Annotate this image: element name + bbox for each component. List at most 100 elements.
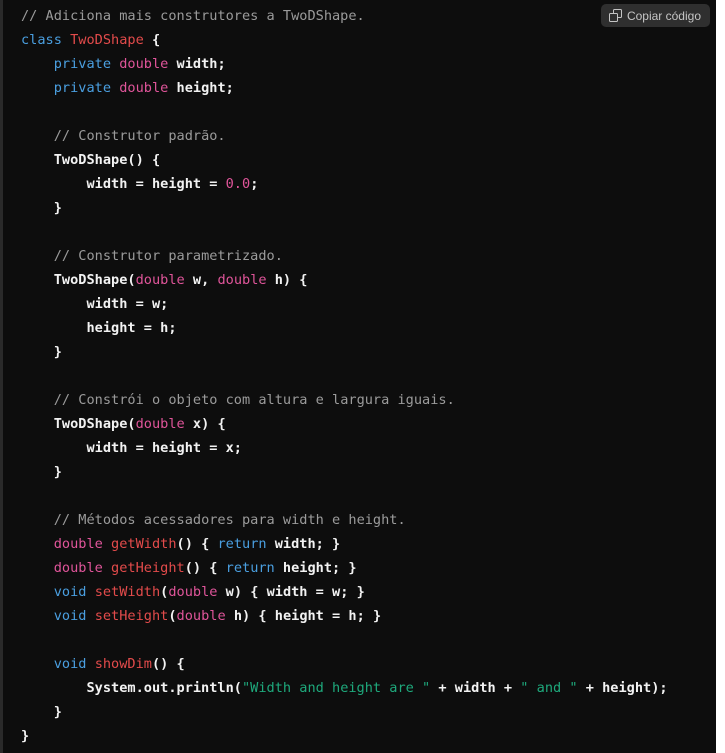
- code-token-plain: w,: [184, 272, 218, 288]
- code-token-type: double: [176, 608, 226, 624]
- code-token-comment: // Construtor padrão.: [53, 128, 226, 144]
- code-line: }: [21, 464, 62, 480]
- code-token-comment: // Adiciona mais construtores a TwoDShap…: [21, 8, 365, 24]
- code-token-number: 0.0: [225, 176, 251, 192]
- copy-code-button[interactable]: Copiar código: [600, 4, 710, 27]
- code-token-plain: width = height = x;: [86, 440, 242, 456]
- code-token-keyword: return: [217, 536, 267, 552]
- code-token-plain: h) { height = h; }: [225, 608, 382, 624]
- code-line: void showDim() {: [21, 656, 185, 672]
- code-line: }: [21, 704, 62, 720]
- code-line: class TwoDShape {: [21, 32, 160, 48]
- copy-icon: [608, 9, 622, 22]
- code-token-plain: }: [21, 728, 30, 744]
- code-token-plain: height; }: [274, 560, 357, 576]
- code-token-type: double: [135, 272, 185, 288]
- code-token-plain: }: [53, 344, 62, 360]
- code-token-type: double: [168, 584, 218, 600]
- code-token-keyword: void: [53, 656, 87, 672]
- code-token-plain: height;: [168, 80, 234, 96]
- code-token-plain: width;: [168, 56, 226, 72]
- code-token-type: double: [53, 560, 103, 576]
- code-token-type: double: [119, 80, 169, 96]
- code-line: private double width;: [21, 56, 226, 72]
- code-line: TwoDShape(double x) {: [21, 416, 226, 432]
- code-token-plain: () {: [151, 656, 185, 672]
- code-token-plain: ;: [250, 176, 259, 192]
- code-token-plain: TwoDShape(: [53, 416, 136, 432]
- code-token-keyword: return: [225, 560, 275, 576]
- code-line: }: [21, 200, 62, 216]
- code-line: // Adiciona mais construtores a TwoDShap…: [21, 8, 365, 24]
- code-token-plain: x) {: [184, 416, 226, 432]
- code-line: // Construtor padrão.: [21, 128, 226, 144]
- code-content: // Adiciona mais construtores a TwoDShap…: [3, 0, 716, 748]
- code-token-keyword: void: [53, 608, 87, 624]
- code-token-keyword: class: [21, 32, 62, 48]
- code-line: double getHeight() { return height; }: [21, 560, 357, 576]
- code-token-plain: () {: [184, 560, 226, 576]
- code-line: // Constrói o objeto com altura e largur…: [21, 392, 455, 408]
- code-token-plain: TwoDShape() {: [53, 152, 161, 168]
- code-line: // Construtor parametrizado.: [21, 248, 283, 264]
- code-token-type: double: [217, 272, 267, 288]
- code-token-keyword: private: [53, 80, 112, 96]
- code-line: height = h;: [21, 320, 177, 336]
- code-line: TwoDShape(double w, double h) {: [21, 272, 308, 288]
- code-token-plain: + height);: [577, 680, 668, 696]
- code-line: private double height;: [21, 80, 234, 96]
- code-line: // Métodos acessadores para width e heig…: [21, 512, 406, 528]
- code-token-fn: getWidth: [111, 536, 177, 552]
- code-block: Copiar código // Adiciona mais construto…: [0, 0, 716, 753]
- code-token-plain: width = height =: [86, 176, 226, 192]
- code-line: }: [21, 728, 29, 744]
- code-token-comment: // Construtor parametrizado.: [53, 248, 283, 264]
- code-token-fn: getHeight: [111, 560, 185, 576]
- code-token-comment: // Métodos acessadores para width e heig…: [53, 512, 406, 528]
- code-token-fn: setWidth: [94, 584, 161, 600]
- code-token-classname: TwoDShape: [70, 32, 144, 48]
- code-token-plain: w) { width = w; }: [217, 584, 365, 600]
- code-token-plain: {: [143, 32, 161, 48]
- code-token-plain: height = h;: [86, 320, 177, 336]
- code-token-plain: + width +: [430, 680, 521, 696]
- code-token-type: double: [135, 416, 185, 432]
- copy-code-label: Copiar código: [626, 8, 701, 23]
- code-token-plain: System.out.println(: [86, 680, 242, 696]
- code-token-plain: width = w;: [86, 296, 169, 312]
- code-token-string: " and ": [520, 680, 578, 696]
- code-token-string: "Width and height are ": [241, 680, 431, 696]
- code-token-plain: }: [53, 200, 62, 216]
- code-line: void setWidth(double w) { width = w; }: [21, 584, 365, 600]
- code-token-plain: (: [168, 608, 177, 624]
- code-token-keyword: void: [53, 584, 87, 600]
- code-line: void setHeight(double h) { height = h; }: [21, 608, 381, 624]
- code-token-keyword: private: [53, 56, 112, 72]
- code-line: width = w;: [21, 296, 168, 312]
- code-line: System.out.println("Width and height are…: [21, 680, 668, 696]
- code-token-plain: () {: [176, 536, 218, 552]
- code-line: TwoDShape() {: [21, 152, 160, 168]
- code-token-type: double: [53, 536, 103, 552]
- code-line: }: [21, 344, 62, 360]
- code-token-plain: }: [53, 464, 62, 480]
- code-token-fn: setHeight: [94, 608, 169, 624]
- code-token-plain: TwoDShape(: [53, 272, 136, 288]
- code-line: double getWidth() { return width; }: [21, 536, 340, 552]
- code-token-type: double: [119, 56, 169, 72]
- code-token-fn: showDim: [94, 656, 152, 672]
- code-line: width = height = 0.0;: [21, 176, 258, 192]
- code-token-comment: // Constrói o objeto com altura e largur…: [53, 392, 455, 408]
- code-token-plain: }: [53, 704, 62, 720]
- code-token-plain: h) {: [266, 272, 308, 288]
- code-line: width = height = x;: [21, 440, 242, 456]
- code-token-plain: width; }: [266, 536, 341, 552]
